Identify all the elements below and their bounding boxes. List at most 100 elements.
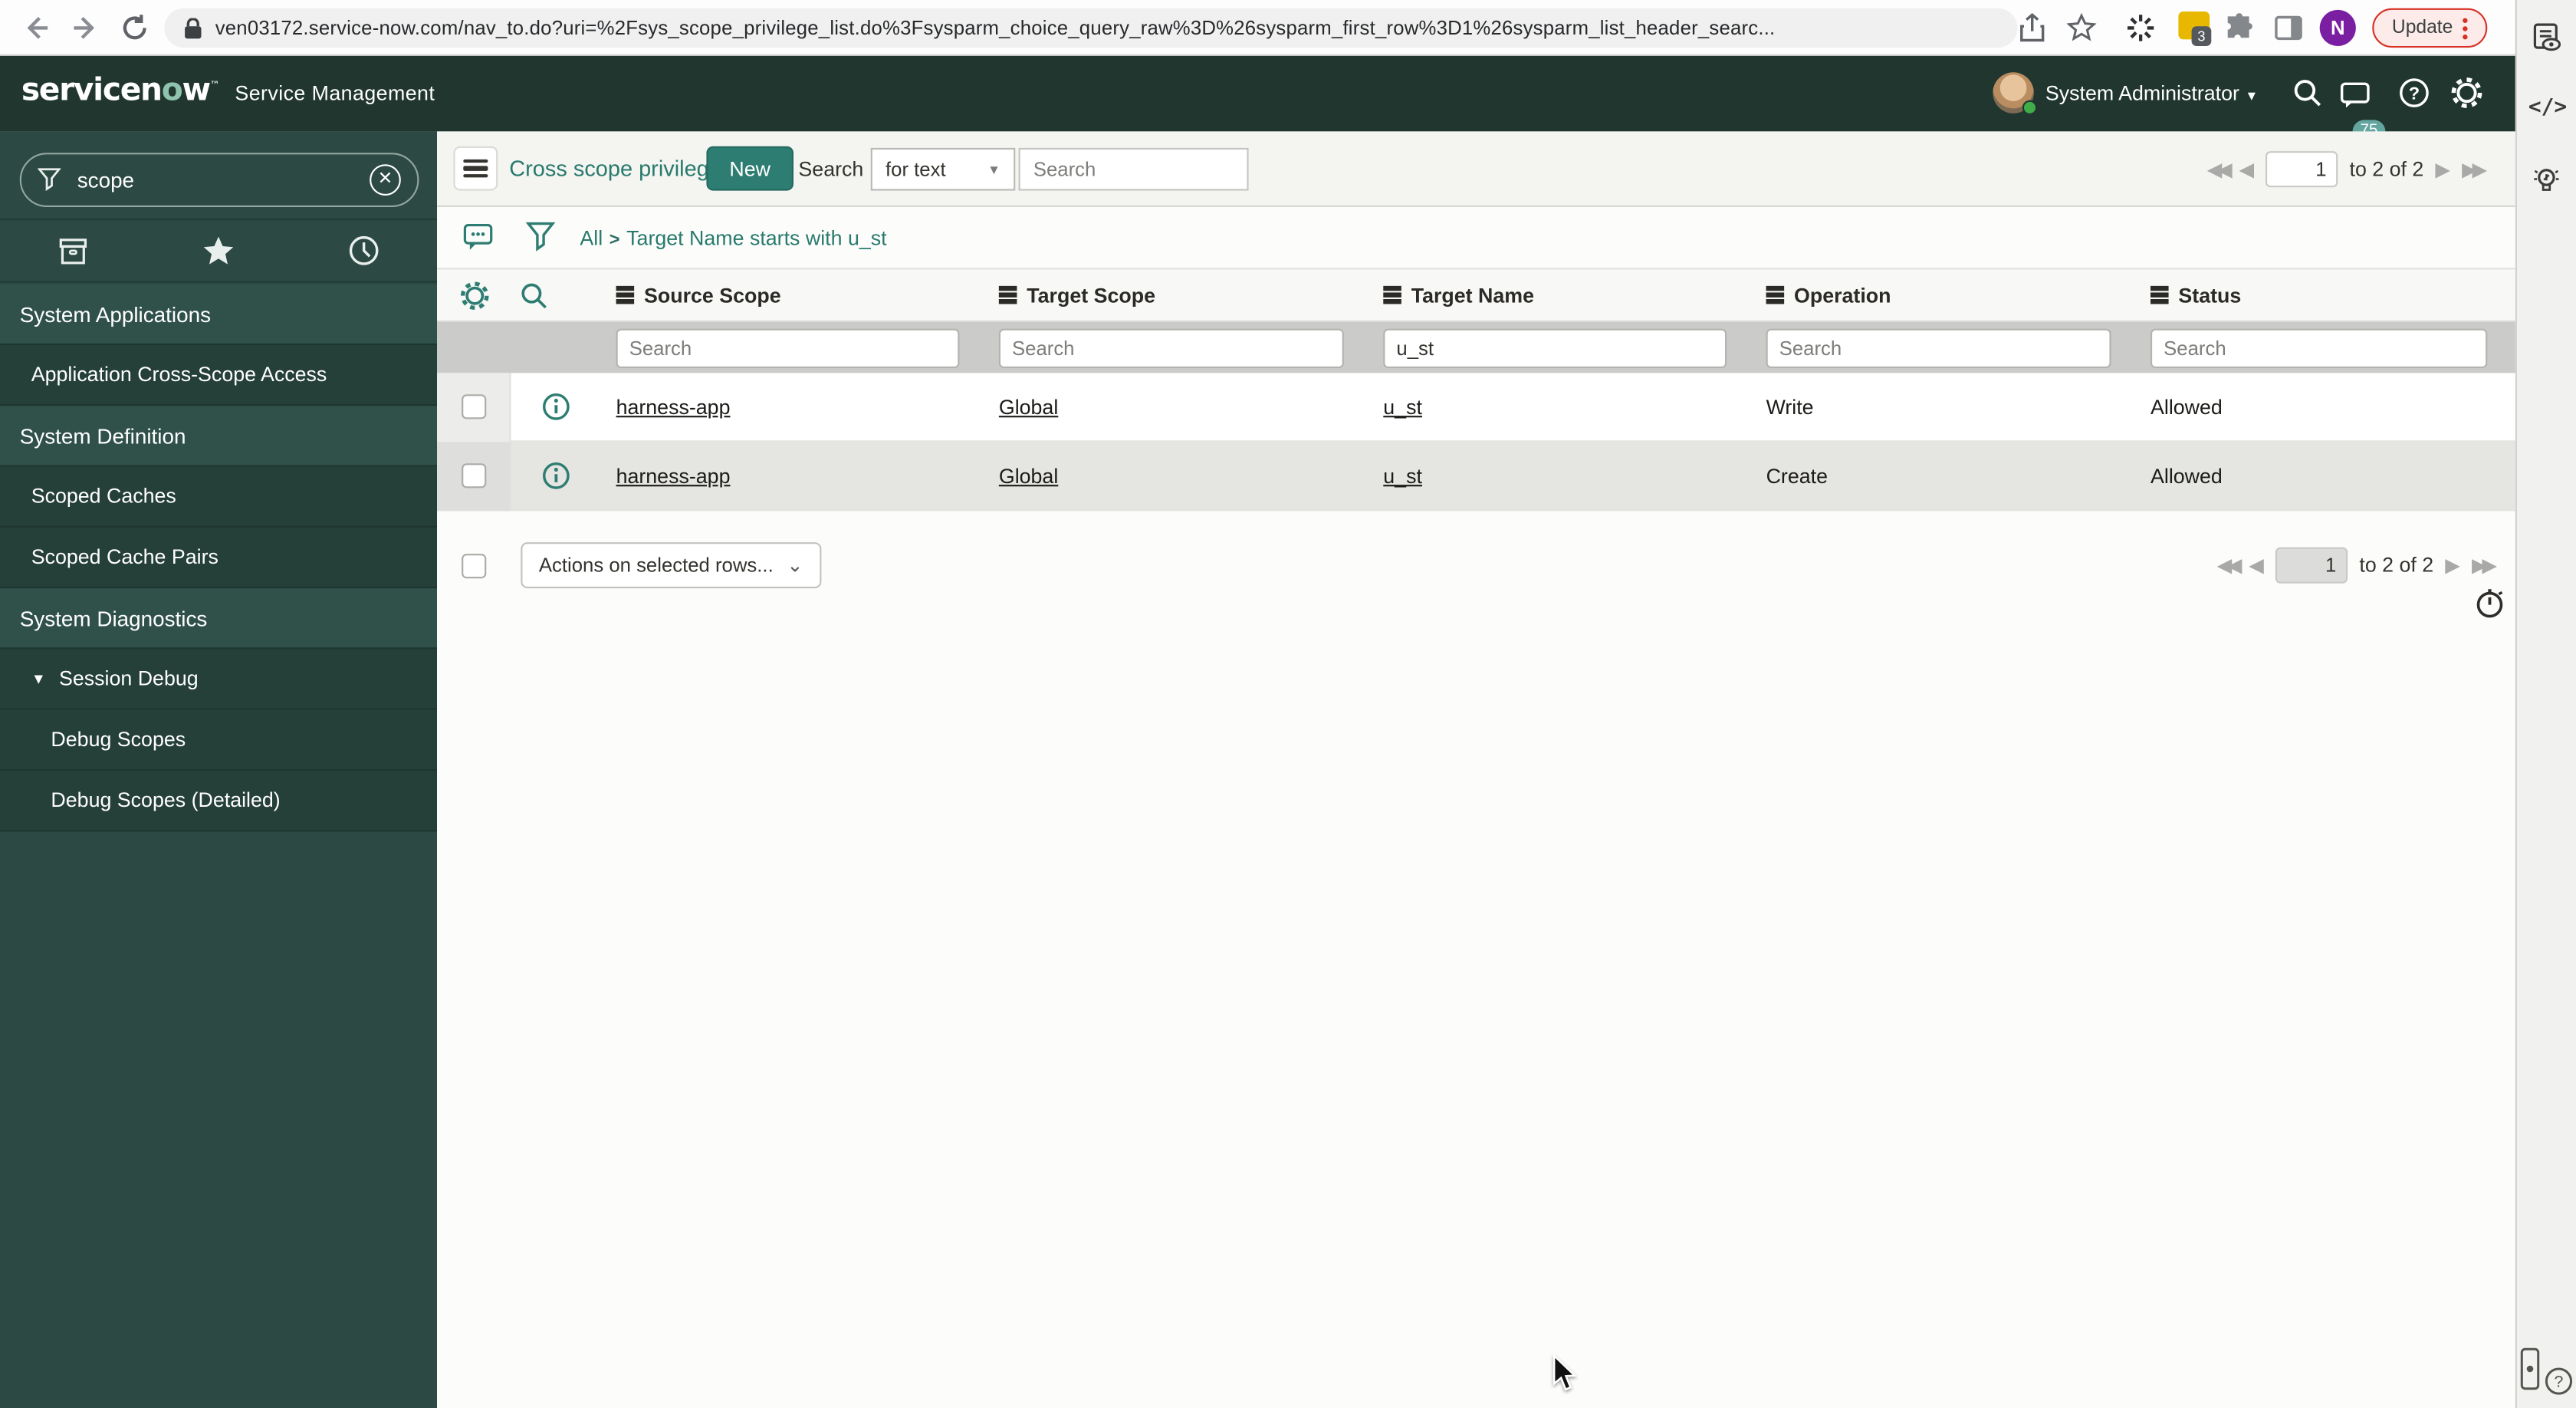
hint-lightbulb-icon[interactable]: [2530, 164, 2563, 197]
target-scope-link[interactable]: Global: [999, 464, 1058, 487]
side-panel-icon[interactable]: [2274, 13, 2304, 43]
new-button[interactable]: New: [706, 146, 794, 191]
share-icon[interactable]: [2017, 13, 2047, 43]
previous-page-button[interactable]: ◀: [2239, 158, 2254, 181]
chat-icon[interactable]: [463, 222, 493, 252]
sidebar-item-debug-scopes-detailed[interactable]: Debug Scopes (Detailed): [0, 770, 437, 832]
help-circle-icon[interactable]: ?: [2545, 1367, 2573, 1395]
source-scope-link[interactable]: harness-app: [616, 395, 731, 418]
right-rail: </> ?: [2515, 0, 2576, 1408]
filter-operation-input[interactable]: [1766, 327, 2111, 367]
sidebar-tabs: [0, 219, 437, 283]
column-header-target-name[interactable]: Target Name: [1367, 284, 1750, 307]
extensions-puzzle-icon[interactable]: [2224, 13, 2254, 43]
forward-icon[interactable]: [69, 12, 102, 44]
code-icon[interactable]: </>: [2528, 95, 2567, 120]
target-name-link[interactable]: u_st: [1383, 464, 1422, 487]
breadcrumb-query-link[interactable]: Target Name starts with u_st: [626, 227, 886, 250]
tab-history[interactable]: [291, 220, 437, 281]
actions-select[interactable]: Actions on selected rows... ⌄: [521, 542, 822, 589]
user-avatar[interactable]: [1993, 72, 2038, 115]
list-search-input[interactable]: [1018, 147, 1249, 191]
filter-status-input[interactable]: [2150, 327, 2488, 367]
sidebar-item-debug-scopes[interactable]: Debug Scopes: [0, 709, 437, 771]
sidebar-item-scoped-caches[interactable]: Scoped Caches: [0, 466, 437, 528]
navigator-filter[interactable]: scope ✕: [19, 153, 419, 207]
last-page-button[interactable]: ▶▶: [2472, 554, 2497, 577]
user-menu[interactable]: System Administrator ▼: [2045, 82, 2258, 105]
sidebar-item-system-diagnostics[interactable]: System Diagnostics: [0, 588, 437, 650]
spinner-extension-icon[interactable]: [2126, 13, 2156, 43]
filter-value: scope: [77, 167, 135, 192]
profile-initial: N: [2330, 16, 2345, 40]
column-header-operation[interactable]: Operation: [1750, 284, 2134, 307]
search-type-select[interactable]: for text ▼: [870, 147, 1016, 191]
settings-gear-icon[interactable]: [2451, 77, 2482, 109]
tab-favorites[interactable]: [146, 220, 291, 281]
table-header-tools: [437, 280, 600, 310]
filter-target-name-input[interactable]: [1383, 327, 1727, 367]
column-search-icon[interactable]: [519, 280, 549, 310]
update-button[interactable]: Update: [2372, 8, 2488, 48]
browser-profile-avatar[interactable]: N: [2319, 9, 2356, 46]
page-number-input[interactable]: [2266, 151, 2338, 188]
back-icon[interactable]: [20, 12, 53, 44]
breadcrumb-all-link[interactable]: All: [580, 227, 603, 250]
rail-scroll-thumb[interactable]: [2520, 1347, 2540, 1390]
column-header-target-scope[interactable]: Target Scope: [982, 284, 1366, 307]
update-menu-dots-icon[interactable]: [2463, 17, 2468, 39]
help-icon[interactable]: ?: [2399, 77, 2430, 109]
list-title-link[interactable]: Cross scope privileges: [509, 156, 732, 181]
column-header-status[interactable]: Status: [2134, 284, 2511, 307]
messages-icon[interactable]: [2339, 79, 2371, 110]
first-page-button[interactable]: ◀◀: [2217, 554, 2242, 577]
url-bar[interactable]: ven03172.service-now.com/nav_to.do?uri=%…: [164, 8, 2018, 48]
sidebar-item-session-debug[interactable]: ▼ Session Debug: [0, 649, 437, 710]
screen: ven03172.service-now.com/nav_to.do?uri=%…: [0, 0, 2576, 1408]
info-icon[interactable]: [541, 393, 569, 420]
tab-all-applications[interactable]: [0, 220, 146, 281]
previous-page-button[interactable]: ◀: [2249, 554, 2264, 577]
record-watcher-icon[interactable]: [2530, 21, 2563, 54]
sidebar-item-system-definition[interactable]: System Definition: [0, 406, 437, 467]
chevron-down-icon: ▼: [2245, 88, 2259, 104]
hamburger-icon: [463, 155, 488, 182]
sidebar-item-application-cross-scope-access[interactable]: Application Cross-Scope Access: [0, 345, 437, 406]
next-page-button[interactable]: ▶: [2435, 158, 2450, 181]
target-scope-link[interactable]: Global: [999, 395, 1058, 418]
list-context-menu-button[interactable]: [453, 146, 498, 191]
target-name-link[interactable]: u_st: [1383, 395, 1422, 418]
bookmark-star-icon[interactable]: [2066, 13, 2097, 43]
last-page-button[interactable]: ▶▶: [2462, 158, 2487, 181]
row-checkbox[interactable]: [461, 463, 486, 489]
search-label: Search: [798, 157, 864, 181]
source-scope-link[interactable]: harness-app: [616, 464, 731, 487]
global-search-icon[interactable]: [2292, 77, 2323, 109]
mouse-cursor: [1552, 1354, 1577, 1391]
breadcrumb-separator: >: [609, 230, 620, 250]
select-all-checkbox[interactable]: [462, 553, 487, 578]
next-page-button[interactable]: ▶: [2445, 554, 2460, 577]
filter-source-scope-input[interactable]: [616, 327, 960, 367]
top-pagination: ◀◀ ◀ to 2 of 2 ▶ ▶▶: [2207, 151, 2488, 188]
column-menu-icon: [616, 284, 635, 305]
sidebar-item-scoped-cache-pairs[interactable]: Scoped Cache Pairs: [0, 527, 437, 589]
timer-icon[interactable]: [2474, 587, 2507, 620]
filter-target-scope-input[interactable]: [998, 327, 1344, 367]
column-header-source-scope[interactable]: Source Scope: [600, 284, 982, 307]
breadcrumb: All > Target Name starts with u_st: [580, 227, 886, 250]
page-number-input[interactable]: [2275, 547, 2348, 584]
product-name: Service Management: [235, 82, 435, 106]
favorites-star-icon: [203, 236, 234, 265]
row-checkbox[interactable]: [461, 394, 486, 419]
reload-icon[interactable]: [118, 12, 151, 44]
messages-extension-icon[interactable]: 3: [2178, 12, 2212, 46]
info-icon[interactable]: [541, 462, 569, 489]
first-page-button[interactable]: ◀◀: [2207, 158, 2233, 181]
clear-filter-icon[interactable]: ✕: [370, 164, 401, 196]
sidebar-item-system-applications[interactable]: System Applications: [0, 284, 437, 345]
filter-icon[interactable]: [525, 222, 556, 252]
operation-value: Create: [1766, 464, 1828, 488]
list-settings-gear-icon[interactable]: [460, 280, 490, 310]
status-value: Allowed: [2150, 464, 2223, 488]
